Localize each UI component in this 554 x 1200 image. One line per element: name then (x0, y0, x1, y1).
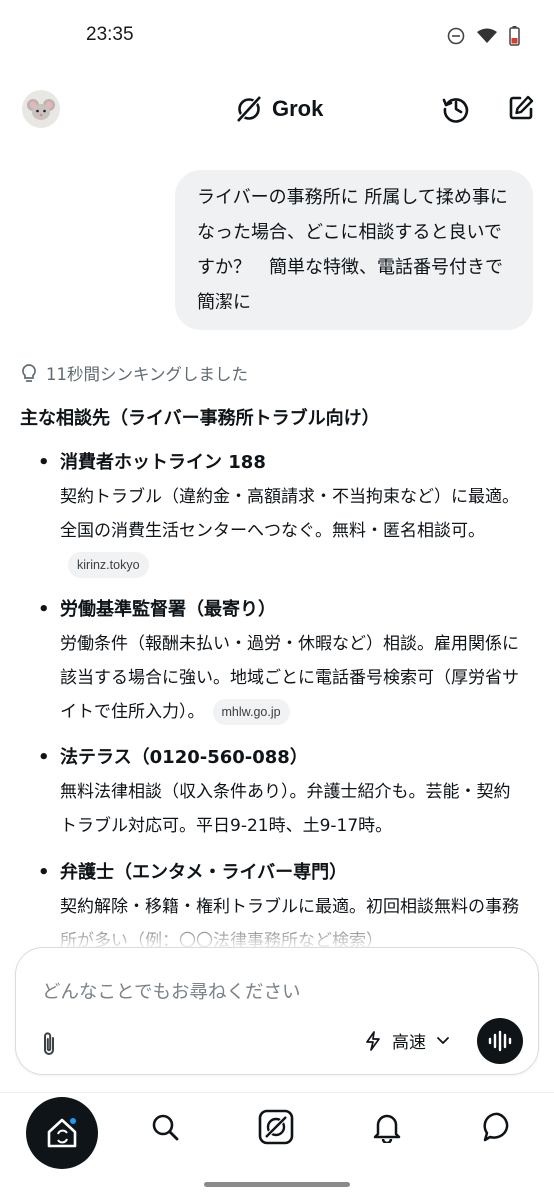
composer: どんなことでもお尋ねください 高速 (15, 947, 539, 1075)
answer-item-text: 契約トラブル（違約金・高額請求・不当拘束など）に最適。全国の消費生活センターへつ… (60, 487, 519, 541)
user-message-text: ライバーの事務所に 所属して揉め事になった場合、どこに相談すると良いですか？ 簡… (197, 187, 521, 313)
dnd-icon (447, 27, 465, 45)
app-header: Grok (0, 80, 554, 140)
voice-waveform-icon (488, 1030, 512, 1052)
answer-item: 消費者ホットライン 188 契約トラブル（違約金・高額請求・不当拘束など）に最適… (38, 446, 538, 582)
answer-item-body: 無料法律相談（収入条件あり）。弁護士紹介も。芸能・契約トラブル対応可。平日9-2… (38, 775, 520, 843)
answer-item-body: 契約トラブル（違約金・高額請求・不当拘束など）に最適。全国の消費生活センターへつ… (38, 480, 520, 582)
grok-logo-icon (236, 95, 262, 123)
nav-search[interactable] (145, 1107, 185, 1147)
chat-icon (483, 1112, 509, 1142)
status-icons (447, 26, 520, 46)
bottom-nav (0, 1092, 554, 1169)
attach-button[interactable] (38, 1030, 64, 1058)
answer-item-title: 消費者ホットライン 188 (38, 446, 538, 480)
source-chip[interactable]: kirinz.tokyo (68, 552, 149, 578)
message-input[interactable]: どんなことでもお尋ねください (42, 978, 300, 1004)
nav-grok[interactable] (256, 1107, 296, 1147)
lightbulb-icon (22, 364, 36, 382)
answer-item: 労働基準監督署（最寄り） 労働条件（報酬未払い・過労・休暇など）相談。雇用関係に… (38, 593, 538, 729)
scroll-fade (0, 910, 554, 950)
wifi-icon (477, 28, 497, 43)
answer-item-body: 労働条件（報酬未払い・過労・休暇など）相談。雇用関係に該当する場合に強い。地域ご… (38, 627, 520, 729)
mode-selector[interactable]: 高速 (364, 1028, 450, 1053)
new-chat-icon (509, 95, 534, 120)
search-icon (152, 1114, 179, 1141)
answer-item-title: 弁護士（エンタメ・ライバー専門） (38, 856, 538, 890)
answer-item-title: 法テラス（0120-560-088） (38, 741, 538, 775)
mode-label: 高速 (392, 1033, 426, 1053)
new-chat-button[interactable] (505, 92, 537, 124)
status-time: 23:35 (86, 24, 134, 45)
history-icon (442, 98, 469, 123)
answer-item-title: 労働基準監督署（最寄り） (38, 593, 538, 627)
answer-title: 主な相談先（ライバー事務所トラブル向け） (20, 408, 380, 429)
nav-messages[interactable] (478, 1107, 518, 1147)
source-chip[interactable]: mhlw.go.jp (212, 699, 290, 725)
gesture-bar (204, 1182, 350, 1187)
paperclip-icon (44, 1032, 54, 1055)
nav-home[interactable] (26, 1097, 98, 1169)
chevron-down-icon (437, 1036, 449, 1044)
brand: Grok (234, 94, 323, 124)
voice-button[interactable] (477, 1018, 523, 1064)
nav-notifications[interactable] (367, 1107, 407, 1147)
brand-name: Grok (272, 96, 324, 121)
user-message-bubble: ライバーの事務所に 所属して揉め事になった場合、どこに相談すると良いですか？ 簡… (175, 170, 533, 330)
mouse-avatar-icon[interactable] (22, 90, 60, 128)
battery-icon (509, 26, 520, 46)
grok-icon (258, 1109, 294, 1145)
answer-item: 法テラス（0120-560-088） 無料法律相談（収入条件あり）。弁護士紹介も… (38, 741, 538, 843)
answer-item-text: 無料法律相談（収入条件あり）。弁護士紹介も。芸能・契約トラブル対応可。平日9-2… (60, 782, 511, 836)
bell-icon (373, 1114, 401, 1143)
lightning-icon (366, 1030, 380, 1051)
thinking-indicator[interactable]: 11秒間シンキングしました (20, 361, 248, 385)
history-button[interactable] (440, 92, 472, 124)
home-icon (47, 1118, 77, 1148)
status-bar: 23:35 (0, 0, 554, 72)
thinking-label: 11秒間シンキングしました (46, 365, 249, 384)
